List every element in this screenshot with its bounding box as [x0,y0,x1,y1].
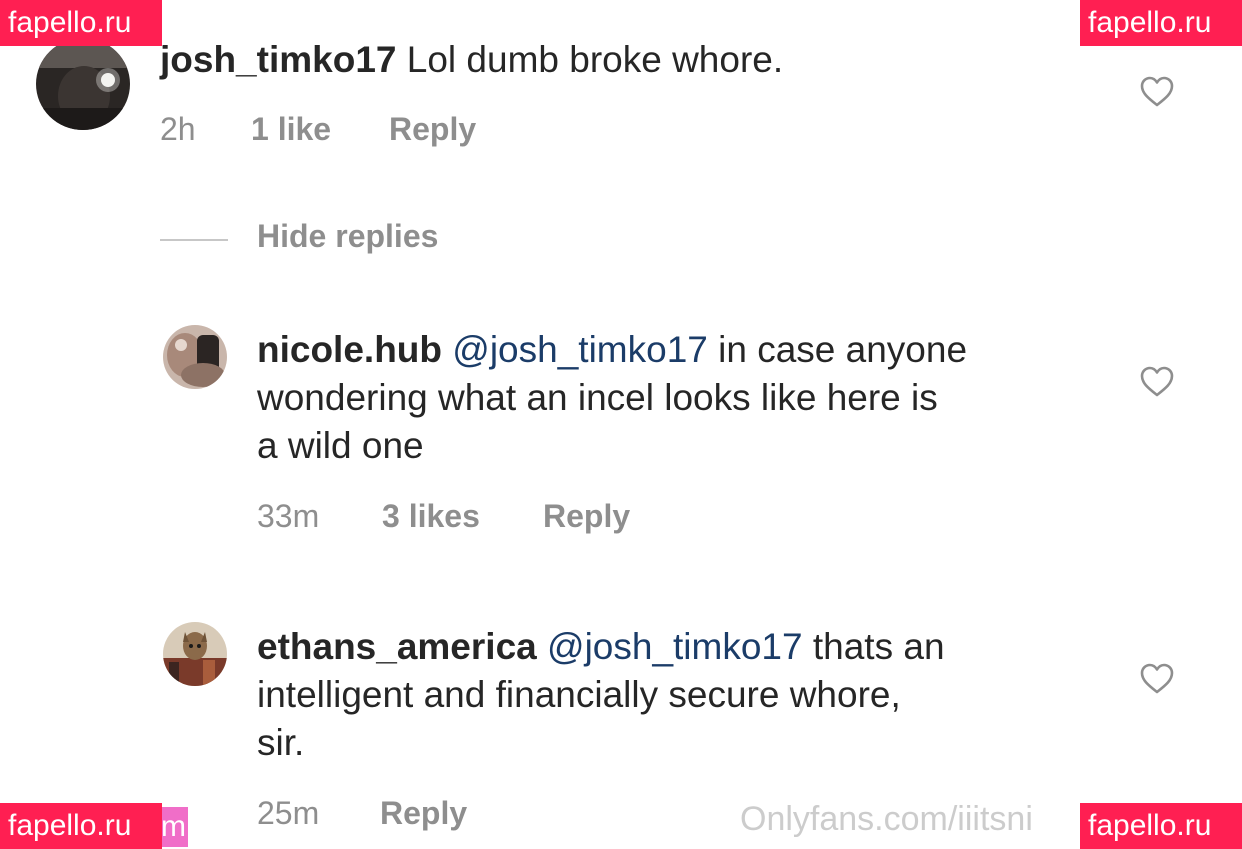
onlyfans-watermark: Onlyfans.com/iiitsni [740,800,1033,838]
comment-1-reply-button[interactable]: Reply [389,111,476,148]
comment-3-body-line1: thats an [802,626,945,667]
comment-3-body-line2: intelligent and financially secure whore… [257,674,901,715]
comment-1-text: josh_timko17 Lol dumb broke whore. [160,36,783,84]
comment-3-meta: 25m Reply [257,795,557,835]
comment-1-time: 2h [160,111,196,147]
heart-outline-icon[interactable] [1140,366,1174,398]
comment-2-mention[interactable]: @josh_timko17 [452,329,708,370]
comments-screen: josh_timko17 Lol dumb broke whore. 2h 1 … [0,0,1242,849]
comment-1-likes[interactable]: 1 like [251,111,331,148]
comment-2-body-line3: a wild one [257,425,424,466]
site-watermark-top-left: fapello.ru [0,0,162,46]
comment-3-reply-button[interactable]: Reply [380,795,467,832]
comment-3-username[interactable]: ethans_america [257,626,537,667]
comment-2-time: 33m [257,498,320,534]
avatar-nicole-hub[interactable] [163,325,227,389]
comment-3-text: ethans_america @josh_timko17 thats an in… [257,623,1117,767]
comment-2-meta: 33m 3 likes Reply [257,498,677,538]
comment-2-body-line2: wondering what an incel looks like here … [257,377,938,418]
comment-2-body-line1: in case anyone [707,329,968,370]
site-watermark-top-right: fapello.ru [1080,0,1242,46]
hide-replies-label[interactable]: Hide replies [257,218,438,255]
comment-3-time: 25m [257,795,320,831]
heart-outline-icon[interactable] [1140,663,1174,695]
comment-2-text: nicole.hub @josh_timko17 in case anyone … [257,326,1117,470]
comment-3-mention[interactable]: @josh_timko17 [547,626,803,667]
comment-1-body: Lol dumb broke whore. [396,39,784,80]
comment-2-reply-button[interactable]: Reply [543,498,630,535]
comment-3-body-line3: sir. [257,722,305,763]
site-watermark-bottom-right: fapello.ru [1080,803,1242,849]
comment-1-meta: 2h 1 like Reply [160,111,560,151]
avatar-josh-timko17[interactable] [36,38,130,130]
comment-2-username[interactable]: nicole.hub [257,329,442,370]
heart-outline-icon[interactable] [1140,76,1174,108]
site-watermark-bottom-left: fapello.ru [0,803,162,849]
comment-2-likes[interactable]: 3 likes [382,498,480,535]
avatar-ethans-america[interactable] [163,622,227,686]
comment-1-username[interactable]: josh_timko17 [160,39,396,80]
divider-line [160,239,228,241]
